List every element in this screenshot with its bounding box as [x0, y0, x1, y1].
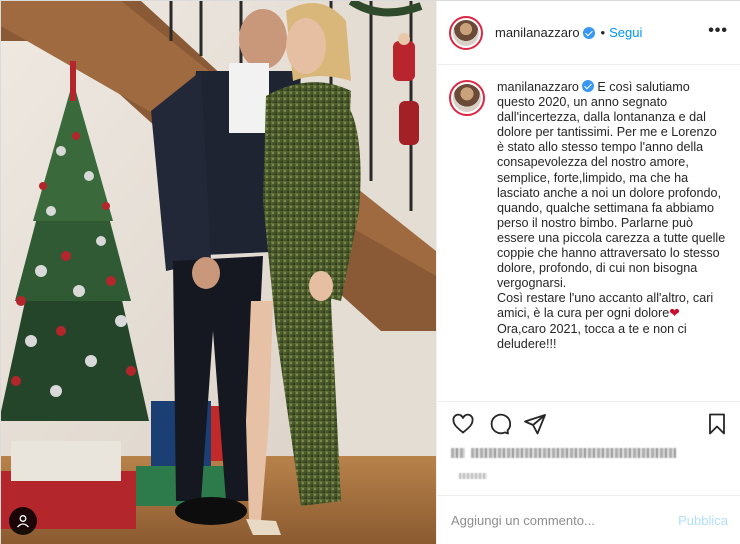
caption-area: manilanazzaro E così salutiamo questo 20… — [437, 66, 740, 400]
comment-input[interactable] — [451, 513, 679, 528]
caption-paragraph-1: manilanazzaro E così salutiamo questo 20… — [497, 80, 727, 291]
save-bookmark-icon[interactable] — [705, 412, 729, 436]
avatar-image — [453, 19, 479, 46]
caption-paragraph-1-text: E così salutiamo questo 2020, un anno se… — [497, 80, 726, 291]
caption-avatar[interactable] — [449, 80, 485, 116]
post-date-blurred — [459, 473, 487, 479]
post-photo-image — [1, 1, 436, 544]
post-photo[interactable] — [1, 1, 436, 544]
likes-summary-blurred — [451, 445, 701, 461]
header-separator: • — [600, 25, 606, 40]
like-heart-icon[interactable] — [451, 412, 475, 436]
caption-paragraph-2-text: Così restare l'uno accanto all'altro, ca… — [497, 291, 714, 321]
caption-paragraph-3: Ora,caro 2021, tocca a te e non ci delud… — [497, 321, 687, 351]
post-header: manilanazzaro • Segui ••• — [437, 1, 740, 65]
red-heart-emoji-icon: ❤ — [669, 306, 680, 321]
instagram-post: manilanazzaro • Segui ••• manilanazzaro … — [0, 0, 740, 544]
action-bar — [437, 401, 740, 445]
caption-row: manilanazzaro E così salutiamo questo 20… — [449, 80, 730, 352]
publish-button[interactable]: Pubblica — [678, 513, 728, 528]
user-tag-icon[interactable] — [9, 507, 37, 535]
person-icon — [17, 515, 29, 528]
likes-avatar-blurred — [451, 448, 465, 458]
caption-text: manilanazzaro E così salutiamo questo 20… — [497, 80, 727, 352]
post-side-panel: manilanazzaro • Segui ••• manilanazzaro … — [436, 1, 740, 544]
more-options-icon[interactable]: ••• — [708, 23, 728, 39]
likes-text-blurred — [471, 448, 676, 458]
caption-username[interactable]: manilanazzaro — [497, 80, 579, 94]
follow-button[interactable]: Segui — [609, 25, 642, 40]
caption-avatar-image — [453, 84, 481, 112]
avatar[interactable] — [449, 15, 483, 50]
caption-verified-badge-icon — [581, 80, 594, 92]
author-username[interactable]: manilanazzaro — [495, 25, 580, 40]
caption-paragraph-2: Così restare l'uno accanto all'altro, ca… — [497, 291, 727, 321]
comment-box: Pubblica — [437, 495, 740, 544]
share-paper-plane-icon[interactable] — [523, 412, 547, 436]
verified-badge-icon — [582, 26, 595, 39]
comment-bubble-icon[interactable] — [487, 412, 511, 436]
